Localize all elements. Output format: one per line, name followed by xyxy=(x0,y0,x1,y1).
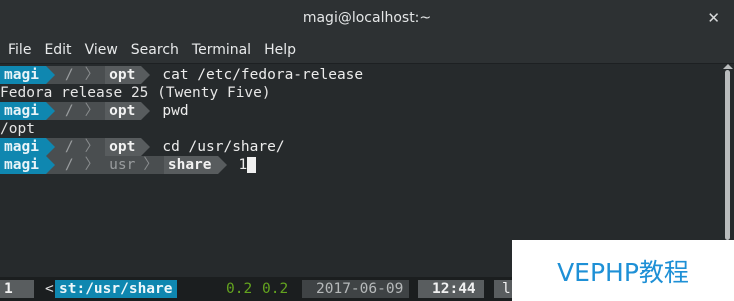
prompt-root: / xyxy=(54,156,79,174)
menu-terminal[interactable]: Terminal xyxy=(192,42,251,58)
powerline-arrow-icon xyxy=(45,102,55,120)
window-title-tab[interactable]: st:/usr/share xyxy=(55,280,177,298)
window-index[interactable]: 1 xyxy=(0,280,34,298)
prompt-dir: opt xyxy=(105,138,142,156)
prompt-separator-icon: 〉 xyxy=(78,102,106,120)
menu-search[interactable]: Search xyxy=(131,42,179,58)
menu-edit[interactable]: Edit xyxy=(44,42,71,58)
powerline-arrow-icon xyxy=(45,66,55,84)
prompt-user: magi xyxy=(0,66,46,84)
command-text: cat /etc/fedora-release xyxy=(162,67,364,83)
status-time: 12:44 xyxy=(418,280,484,298)
menu-view[interactable]: View xyxy=(85,42,118,58)
prompt-separator-icon: 〉 xyxy=(78,138,106,156)
command-text: pwd xyxy=(162,103,189,119)
prompt-line: magi / 〉 opt cd /usr/share/ xyxy=(0,138,285,156)
prompt-dir: opt xyxy=(105,102,142,120)
output-text: /opt xyxy=(0,121,35,137)
prompt-separator-icon: 〉 xyxy=(137,156,164,174)
close-icon[interactable]: ✕ xyxy=(707,9,720,27)
prompt-dir: opt xyxy=(105,66,142,84)
load-average-1: 0.2 xyxy=(226,281,253,297)
powerline-arrow-icon xyxy=(45,138,55,156)
load-average-2: 0.2 xyxy=(262,281,289,297)
prompt-user: magi xyxy=(0,156,46,174)
powerline-arrow-icon xyxy=(141,102,151,120)
status-left-marker: < xyxy=(45,281,54,297)
scroll-up-arrow-icon[interactable] xyxy=(723,64,733,69)
menu-bar: File Edit View Search Terminal Help xyxy=(0,36,734,64)
text-cursor xyxy=(247,157,257,173)
command-text: cd /usr/share/ xyxy=(162,139,285,155)
status-date: 2017-06-09 xyxy=(302,280,410,298)
prompt-dir: usr xyxy=(105,156,138,174)
command-text: 1 xyxy=(238,157,248,173)
prompt-root: / xyxy=(54,138,79,156)
prompt-separator-icon: 〉 xyxy=(78,156,106,174)
powerline-arrow-icon xyxy=(45,156,55,174)
output-text: Fedora release 25 (Twenty Five) xyxy=(0,85,271,101)
prompt-dir-current: share xyxy=(163,156,218,174)
prompt-line: magi / 〉 opt pwd xyxy=(0,102,189,120)
window-title: magi@localhost:~ xyxy=(302,10,432,26)
prompt-user: magi xyxy=(0,138,46,156)
powerline-arrow-icon xyxy=(141,138,151,156)
watermark-logo: VEPHP教程 xyxy=(512,240,734,301)
output-line: Fedora release 25 (Twenty Five) xyxy=(0,84,271,102)
prompt-root: / xyxy=(54,102,79,120)
prompt-user: magi xyxy=(0,102,46,120)
menu-file[interactable]: File xyxy=(8,42,31,58)
menu-help[interactable]: Help xyxy=(264,42,296,58)
window-titlebar: magi@localhost:~ ✕ xyxy=(0,0,734,36)
watermark-text: VEPHP教程 xyxy=(557,257,689,287)
output-line: /opt xyxy=(0,120,35,138)
prompt-separator-icon: 〉 xyxy=(78,66,106,84)
prompt-root: / xyxy=(54,66,79,84)
powerline-arrow-icon xyxy=(217,156,227,174)
prompt-line: magi / 〉 opt cat /etc/fedora-release xyxy=(0,66,363,84)
scrollbar-thumb[interactable] xyxy=(725,70,730,240)
prompt-line-current: magi / 〉 usr 〉 share 1 xyxy=(0,156,257,174)
powerline-arrow-icon xyxy=(141,66,151,84)
